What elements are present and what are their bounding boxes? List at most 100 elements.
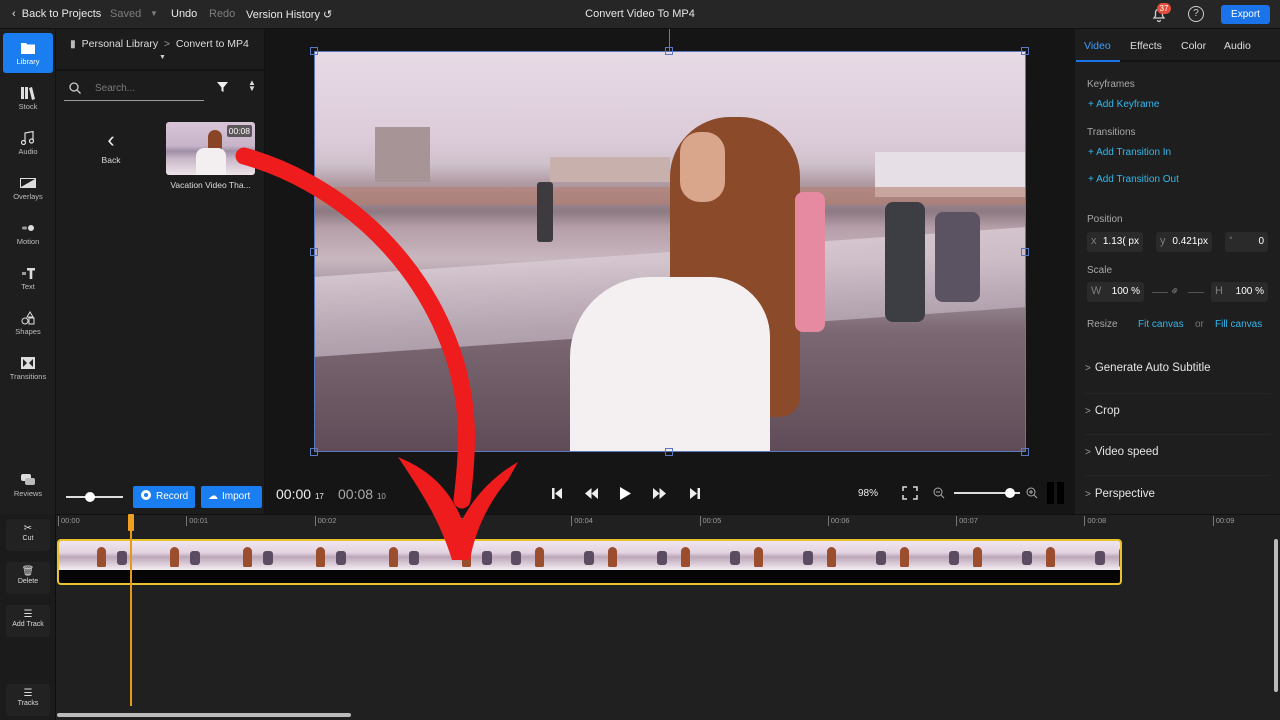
- skip-to-start-icon[interactable]: [552, 488, 562, 499]
- y-label: y: [1160, 235, 1166, 247]
- zoom-in-icon[interactable]: [1026, 487, 1038, 499]
- record-button[interactable]: Record: [133, 486, 195, 508]
- accordion-auto-subtitle[interactable]: > Generate Auto Subtitle: [1085, 351, 1270, 387]
- add-transition-in-link[interactable]: + Add Transition In: [1088, 147, 1171, 158]
- record-icon: [141, 490, 151, 500]
- search-input[interactable]: Search...: [64, 77, 204, 101]
- resize-handle[interactable]: [310, 448, 318, 456]
- delete-button[interactable]: 🗑 Delete: [6, 562, 50, 594]
- resize-handle[interactable]: [310, 47, 318, 55]
- panel-divider-handle[interactable]: [1057, 482, 1064, 504]
- fill-canvas-link[interactable]: Fill canvas: [1215, 319, 1262, 330]
- playhead-line[interactable]: [130, 514, 133, 706]
- overlay-icon: [20, 178, 36, 188]
- add-keyframe-link[interactable]: + Add Keyframe: [1088, 99, 1159, 110]
- resize-handle[interactable]: [1021, 248, 1029, 256]
- total-time: 00:08 10: [338, 486, 386, 502]
- back-button[interactable]: ‹ Back: [94, 129, 128, 166]
- video-canvas[interactable]: [314, 51, 1026, 452]
- total-frame: 10: [376, 492, 386, 501]
- vertical-scrollbar[interactable]: [1274, 539, 1278, 692]
- cut-button[interactable]: ✂ Cut: [6, 519, 50, 551]
- rail-item-stock[interactable]: Stock: [3, 78, 53, 118]
- w-label: W: [1091, 285, 1102, 297]
- transitions-heading: Transitions: [1087, 127, 1136, 138]
- rail-item-transitions[interactable]: Transitions: [3, 348, 53, 388]
- sort-icon[interactable]: ▲ ▼: [248, 79, 256, 93]
- play-icon[interactable]: [620, 487, 631, 500]
- rail-item-text[interactable]: Text: [3, 258, 53, 298]
- timeline-tick: 00:04: [571, 516, 593, 526]
- fit-canvas-link[interactable]: Fit canvas: [1138, 319, 1184, 330]
- import-button[interactable]: ☁ Import: [201, 486, 262, 508]
- timeline-tools: ✂ Cut 🗑 Delete ☰ Add Track ☰ Tracks: [0, 514, 56, 720]
- breadcrumb-separator: >: [161, 38, 173, 50]
- resize-handle[interactable]: [665, 47, 673, 55]
- current-time-value: 00:00: [276, 486, 312, 502]
- rewind-icon[interactable]: [585, 488, 598, 499]
- frame-figure: [535, 547, 544, 567]
- resize-handle[interactable]: [665, 448, 673, 456]
- accordion-video-speed[interactable]: > Video speed: [1085, 434, 1270, 470]
- add-transition-out-link[interactable]: + Add Transition Out: [1088, 174, 1179, 185]
- timeline-tick: 00:00: [58, 516, 80, 526]
- video-clip[interactable]: [57, 539, 1122, 585]
- frame-people: [190, 551, 200, 565]
- rail-item-motion[interactable]: Motion: [3, 213, 53, 253]
- tracks-button[interactable]: ☰ Tracks: [6, 684, 50, 716]
- media-thumbnail[interactable]: 00:08: [166, 122, 255, 175]
- left-rail: Library Stock Audio Overlays Motion Text…: [0, 29, 56, 514]
- breadcrumb-root[interactable]: Personal Library: [82, 38, 158, 50]
- tab-color[interactable]: Color: [1181, 40, 1206, 52]
- position-y-field[interactable]: y 0.421px: [1156, 232, 1212, 252]
- clip-frame-thumbnail: [935, 541, 1008, 570]
- rotation-field[interactable]: ° 0: [1225, 232, 1268, 252]
- breadcrumb-dropdown-icon[interactable]: ▼: [159, 54, 166, 61]
- accordion-label: Video speed: [1094, 446, 1159, 458]
- notification-badge: 37: [1157, 3, 1171, 14]
- project-title[interactable]: Convert Video To MP4: [0, 8, 1280, 20]
- rail-item-library[interactable]: Library: [3, 33, 53, 73]
- fast-forward-icon[interactable]: [653, 488, 666, 499]
- resize-handle[interactable]: [310, 248, 318, 256]
- frame-figure: [900, 547, 909, 567]
- rail-item-overlays[interactable]: Overlays: [3, 168, 53, 208]
- scale-width-value: 100 %: [1111, 286, 1140, 297]
- timeline-ruler[interactable]: 00:00 00:01 00:02 00:03 00:04 00:05 00:06 00:07…: [56, 514, 1280, 528]
- tab-effects[interactable]: Effects: [1130, 40, 1162, 52]
- position-x-field[interactable]: x 1.13( px: [1087, 232, 1143, 252]
- rail-item-reviews[interactable]: Reviews: [3, 465, 53, 505]
- resize-handle[interactable]: [1021, 448, 1029, 456]
- track-height-slider-thumb[interactable]: [85, 492, 95, 502]
- link-chain-icon[interactable]: ⚭: [1167, 282, 1184, 299]
- accordion-crop[interactable]: > Crop: [1085, 393, 1270, 429]
- accordion-perspective[interactable]: > Perspective: [1085, 475, 1270, 511]
- rail-item-audio[interactable]: Audio: [3, 123, 53, 163]
- resize-handle[interactable]: [1021, 47, 1029, 55]
- horizontal-scrollbar[interactable]: [57, 713, 351, 717]
- timeline-tick: 00:06: [827, 516, 850, 526]
- zoom-percent[interactable]: 98%: [858, 488, 878, 499]
- skip-to-end-icon[interactable]: [690, 488, 700, 499]
- accordion-label: Perspective: [1094, 488, 1155, 500]
- tab-audio[interactable]: Audio: [1224, 40, 1251, 52]
- scale-width-field[interactable]: W 100 %: [1087, 282, 1144, 302]
- filter-icon[interactable]: [217, 82, 228, 93]
- frame-people: [336, 551, 346, 565]
- rail-item-shapes[interactable]: Shapes: [3, 303, 53, 343]
- cloud-upload-icon: ☁: [208, 491, 218, 502]
- library-header: ▮ Personal Library > Convert to MP4 ▼: [56, 29, 265, 71]
- panel-divider-handle[interactable]: [1047, 482, 1054, 504]
- current-frame: 17: [314, 492, 324, 501]
- tab-video[interactable]: Video: [1084, 40, 1111, 52]
- playhead-handle[interactable]: [128, 514, 135, 531]
- add-track-button[interactable]: ☰ Add Track: [6, 605, 50, 637]
- preview-zoom-slider-thumb[interactable]: [1005, 488, 1016, 498]
- export-button[interactable]: Export: [1221, 5, 1270, 24]
- scale-height-field[interactable]: H 100 %: [1211, 282, 1268, 302]
- clip-frame-thumbnail: [862, 541, 935, 570]
- help-icon[interactable]: ?: [1188, 6, 1204, 22]
- rail-item-label: Reviews: [13, 489, 43, 498]
- fullscreen-icon[interactable]: [902, 486, 918, 500]
- zoom-out-icon[interactable]: [933, 487, 945, 499]
